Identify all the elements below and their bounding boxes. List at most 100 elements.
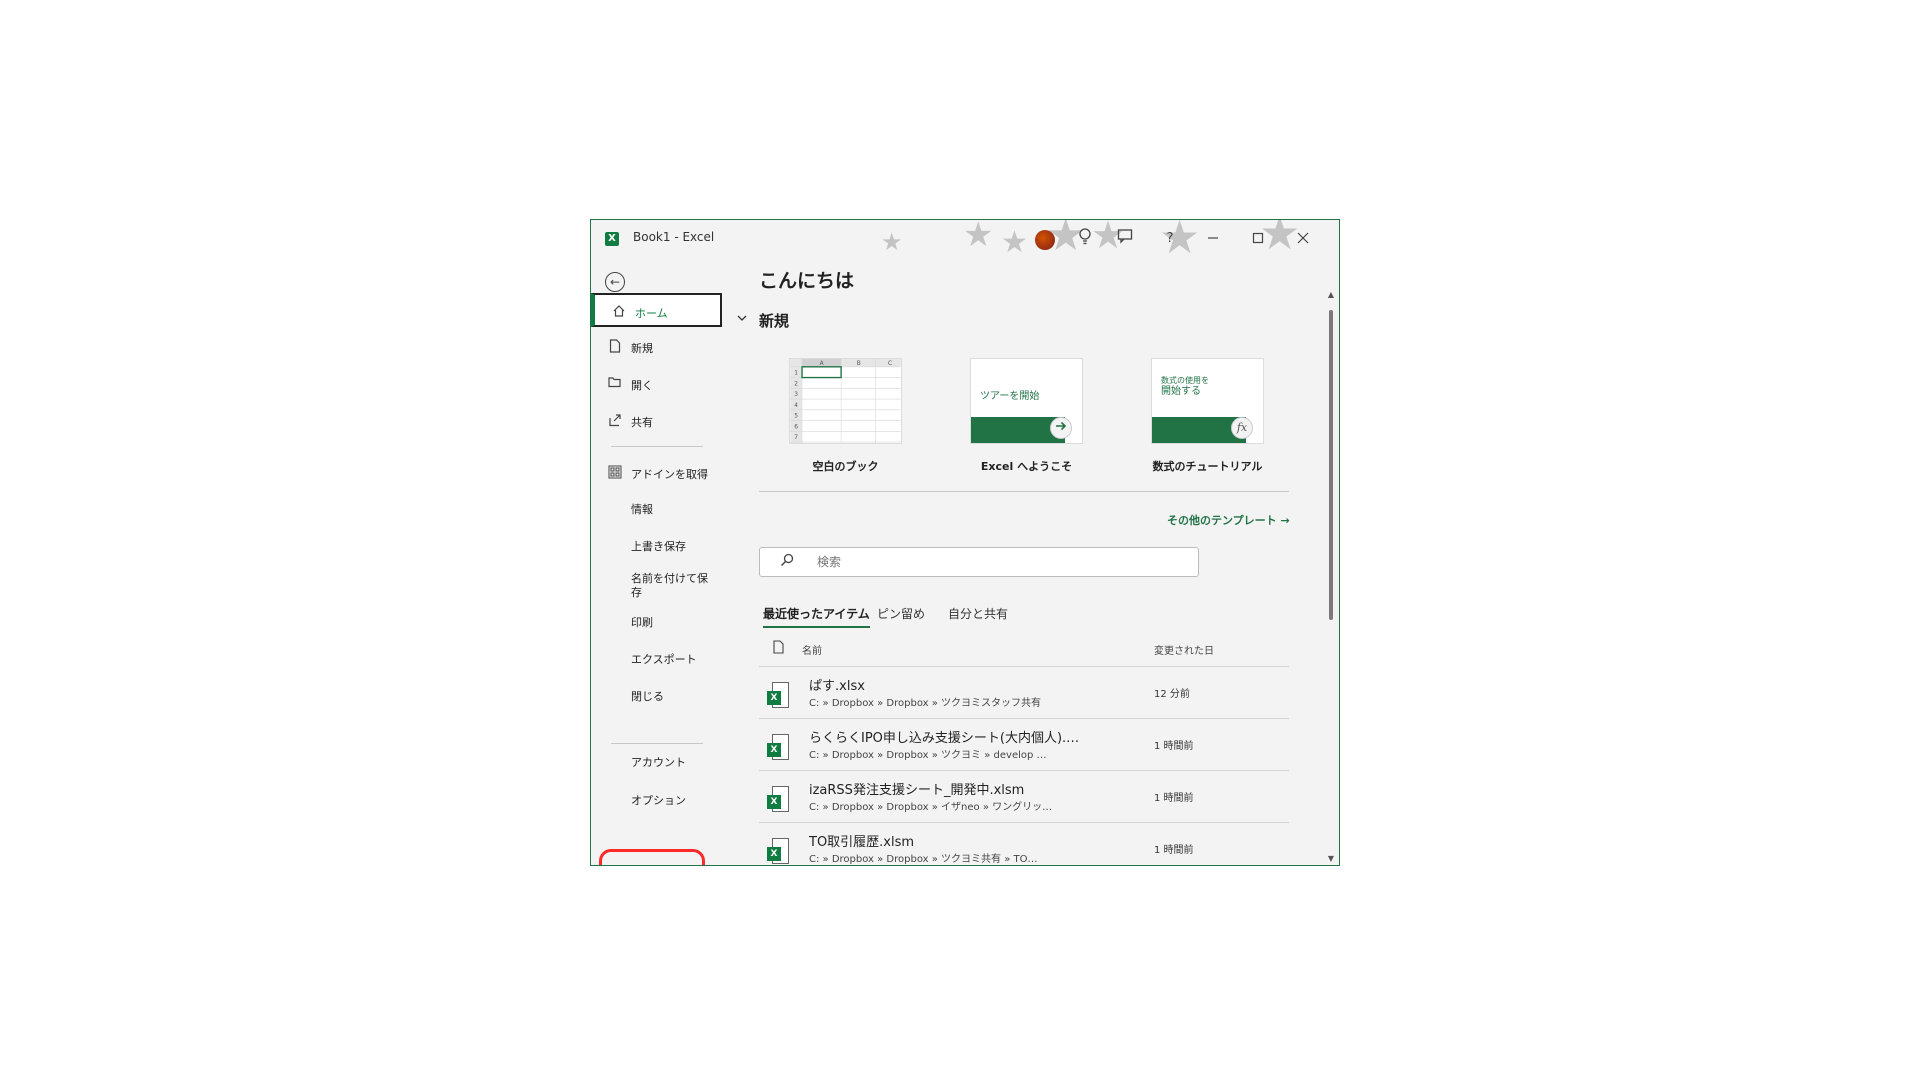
nav-info[interactable]: 情報 [631,503,711,517]
nav-home[interactable]: ホーム [591,293,722,327]
file-name: izaRSS発注支援シート_開発中.xlsm [809,783,1025,798]
excel-file-icon: X [767,682,789,708]
template-thumb-text: 数式の使用を 開始する [1161,375,1209,397]
minimize-icon[interactable] [1201,228,1225,250]
chevron-down-icon[interactable] [737,311,747,325]
nav-save-as[interactable]: 名前を付けて保存 [631,572,711,600]
nav-export[interactable]: エクスポート [631,653,711,667]
grid-row-label: 1 [794,371,798,377]
recent-file-row[interactable]: X ぱす.xlsx C: » Dropbox » Dropbox » ツクヨミス… [759,666,1289,719]
backstage-sidebar: ← ホーム 新規 開く 共有 アドインを取得 情報 上書き保存 名前を付けて保存… [591,258,722,865]
template-caption: 数式のチュートリアル [1152,460,1263,473]
file-name: らくらくIPO申し込み支援シート(大内個人).… [809,731,1080,746]
grid-row-label: 4 [794,403,798,409]
excel-logo-icon: X [605,232,619,246]
nav-open[interactable]: 開く [591,367,722,401]
recent-file-row[interactable]: X TO取引履歴.xlsm C: » Dropbox » Dropbox » ツ… [759,822,1289,865]
column-header-name[interactable]: 名前 [802,642,822,657]
grid-row-label: 3 [794,392,798,398]
grid-col-label: B [857,361,861,367]
nav-new[interactable]: 新規 [591,330,722,364]
greeting-heading: こんにちは [759,270,855,292]
more-templates-link[interactable]: その他のテンプレート → [1167,512,1290,528]
excel-file-icon: X [767,786,789,812]
file-path: C: » Dropbox » Dropbox » イザneo » ワングリッ… [809,802,1053,813]
decorative-star-icon: ★ [881,228,903,256]
decorative-star-icon: ★ [1001,225,1028,260]
grid-row-label: 6 [794,424,798,430]
scroll-down-icon[interactable]: ▼ [1327,854,1335,863]
grid-row-label: 5 [794,414,798,420]
new-file-icon [607,339,623,355]
window-title: Book1 - Excel [633,230,715,244]
grid-col-label: C [888,361,892,367]
tab-pinned[interactable]: ピン留め [877,605,925,626]
nav-save[interactable]: 上書き保存 [631,540,711,554]
sidebar-divider [611,743,703,744]
back-arrow-icon[interactable]: ← [605,272,625,292]
home-icon [611,304,627,320]
title-bar: X Book1 - Excel ★ ★ ★ ★ ★ ★ ★ ? [591,219,1339,260]
recent-file-row[interactable]: X らくらくIPO申し込み支援シート(大内個人).… C: » Dropbox … [759,718,1289,771]
file-path: C: » Dropbox » Dropbox » ツクヨミ » develop … [809,750,1047,761]
grid-col-label: A [820,361,824,367]
user-avatar[interactable] [1035,230,1055,250]
fx-icon: fx [1231,417,1253,439]
file-path: C: » Dropbox » Dropbox » ツクヨミスタッフ共有 [809,698,1042,709]
excel-window: X Book1 - Excel ★ ★ ★ ★ ★ ★ ★ ? ← ホーム 新規… [590,219,1340,866]
template-excel-welcome[interactable]: ツアーを開始 Excel へようこそ [970,358,1083,474]
nav-share[interactable]: 共有 [591,404,722,438]
share-icon [607,413,623,429]
feedback-icon[interactable] [1113,228,1137,250]
decorative-star-icon: ★ [963,219,994,255]
vertical-scrollbar[interactable]: ▲ ▼ [1327,290,1335,863]
spreadsheet-grid-thumbnail: A B C 1 2 3 4 5 6 7 [790,359,901,443]
lightbulb-icon[interactable] [1073,228,1097,250]
nav-share-label: 共有 [631,416,653,429]
nav-account[interactable]: アカウント [631,756,711,770]
file-name: ぱす.xlsx [809,679,865,694]
help-icon[interactable]: ? [1158,228,1182,250]
template-caption: 空白のブック [812,460,879,473]
file-modified: 1 時間前 [1154,741,1194,752]
column-header-modified[interactable]: 変更された日 [1154,642,1214,657]
search-icon [780,553,794,571]
folder-open-icon [607,376,623,392]
nav-close[interactable]: 閉じる [631,690,711,704]
nav-addins-label: アドインを取得 [631,468,708,481]
template-thumbnail: A B C 1 2 3 4 5 6 7 [789,358,902,444]
excel-file-icon: X [767,838,789,864]
nav-home-label: ホーム [635,307,668,320]
template-formula-tutorial[interactable]: 数式の使用を 開始する fx 数式のチュートリアル [1151,358,1264,474]
template-thumbnail: 数式の使用を 開始する fx [1151,358,1264,444]
grid-row-label: 7 [794,435,798,441]
template-thumb-big-text: 開始する [1161,386,1201,397]
close-icon[interactable] [1291,228,1315,250]
template-thumb-text: ツアーを開始 [980,391,1040,402]
recent-file-row[interactable]: X izaRSS発注支援シート_開発中.xlsm C: » Dropbox » … [759,770,1289,823]
template-caption: Excel へようこそ [980,460,1073,473]
nav-print[interactable]: 印刷 [631,616,711,630]
search-input[interactable] [815,554,1179,570]
addins-grid-icon [607,465,623,481]
sidebar-divider [611,446,703,447]
template-thumb-small-text: 数式の使用を [1161,376,1209,385]
document-icon [773,640,784,657]
template-thumbnail: ツアーを開始 [970,358,1083,444]
nav-open-label: 開く [631,379,653,392]
nav-new-label: 新規 [631,342,653,355]
file-name: TO取引履歴.xlsm [809,835,915,850]
file-path: C: » Dropbox » Dropbox » ツクヨミ共有 » TO… [809,854,1038,865]
arrow-right-icon [1050,417,1072,439]
tab-shared-with-me[interactable]: 自分と共有 [948,605,1008,626]
excel-file-icon: X [767,734,789,760]
nav-options[interactable]: オプション [631,794,711,808]
file-modified: 12 分前 [1154,689,1190,700]
search-box[interactable] [759,547,1199,577]
template-blank-workbook[interactable]: A B C 1 2 3 4 5 6 7 空白のブック [789,358,902,474]
maximize-icon[interactable] [1246,228,1270,250]
tab-recent[interactable]: 最近使ったアイテム [763,605,870,628]
scroll-thumb[interactable] [1329,310,1333,620]
scroll-up-icon[interactable]: ▲ [1327,290,1335,299]
nav-addins[interactable]: アドインを取得 [591,456,722,490]
